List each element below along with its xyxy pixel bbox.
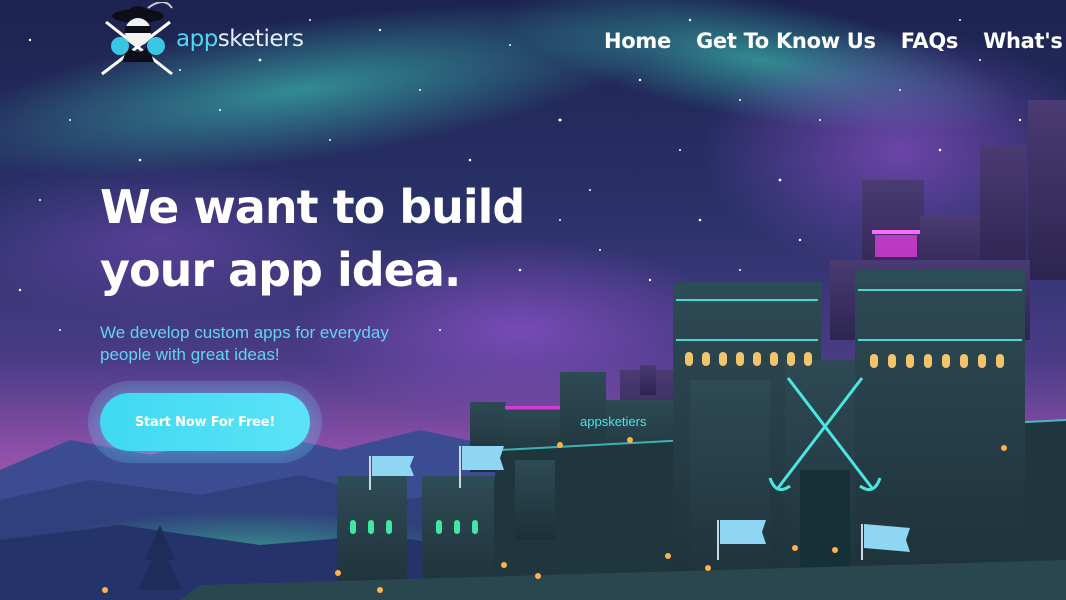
hero-subtitle-line-1: We develop custom apps for everyday bbox=[100, 323, 389, 342]
hero-title-line-1: We want to build bbox=[100, 180, 525, 234]
hero-subtitle-line-2: people with great ideas! bbox=[100, 345, 280, 364]
start-now-button[interactable]: Start Now For Free! bbox=[100, 393, 310, 451]
nav-item-whats[interactable]: What's bbox=[983, 26, 1063, 58]
brand-name-suffix: sketiers bbox=[217, 26, 304, 52]
nav-item-home[interactable]: Home bbox=[604, 26, 671, 58]
brand-logo[interactable]: appsketiers bbox=[98, 2, 308, 80]
nav-item-get-to-know-us[interactable]: Get To Know Us bbox=[696, 26, 876, 58]
main-nav: Home Get To Know Us FAQs What's bbox=[604, 26, 1066, 58]
hero-subtitle: We develop custom apps for everyday peop… bbox=[100, 322, 440, 366]
hero-title-line-2: your app idea. bbox=[100, 243, 461, 297]
castle-sign: appsketiers bbox=[580, 414, 647, 429]
brand-name-prefix: app bbox=[176, 26, 218, 52]
masked-musketeer-crossed-swords-icon bbox=[101, 2, 173, 76]
hero-title: We want to build your app idea. bbox=[100, 176, 560, 302]
brand-name: appsketiers bbox=[176, 26, 304, 52]
nav-item-faqs[interactable]: FAQs bbox=[901, 26, 959, 58]
